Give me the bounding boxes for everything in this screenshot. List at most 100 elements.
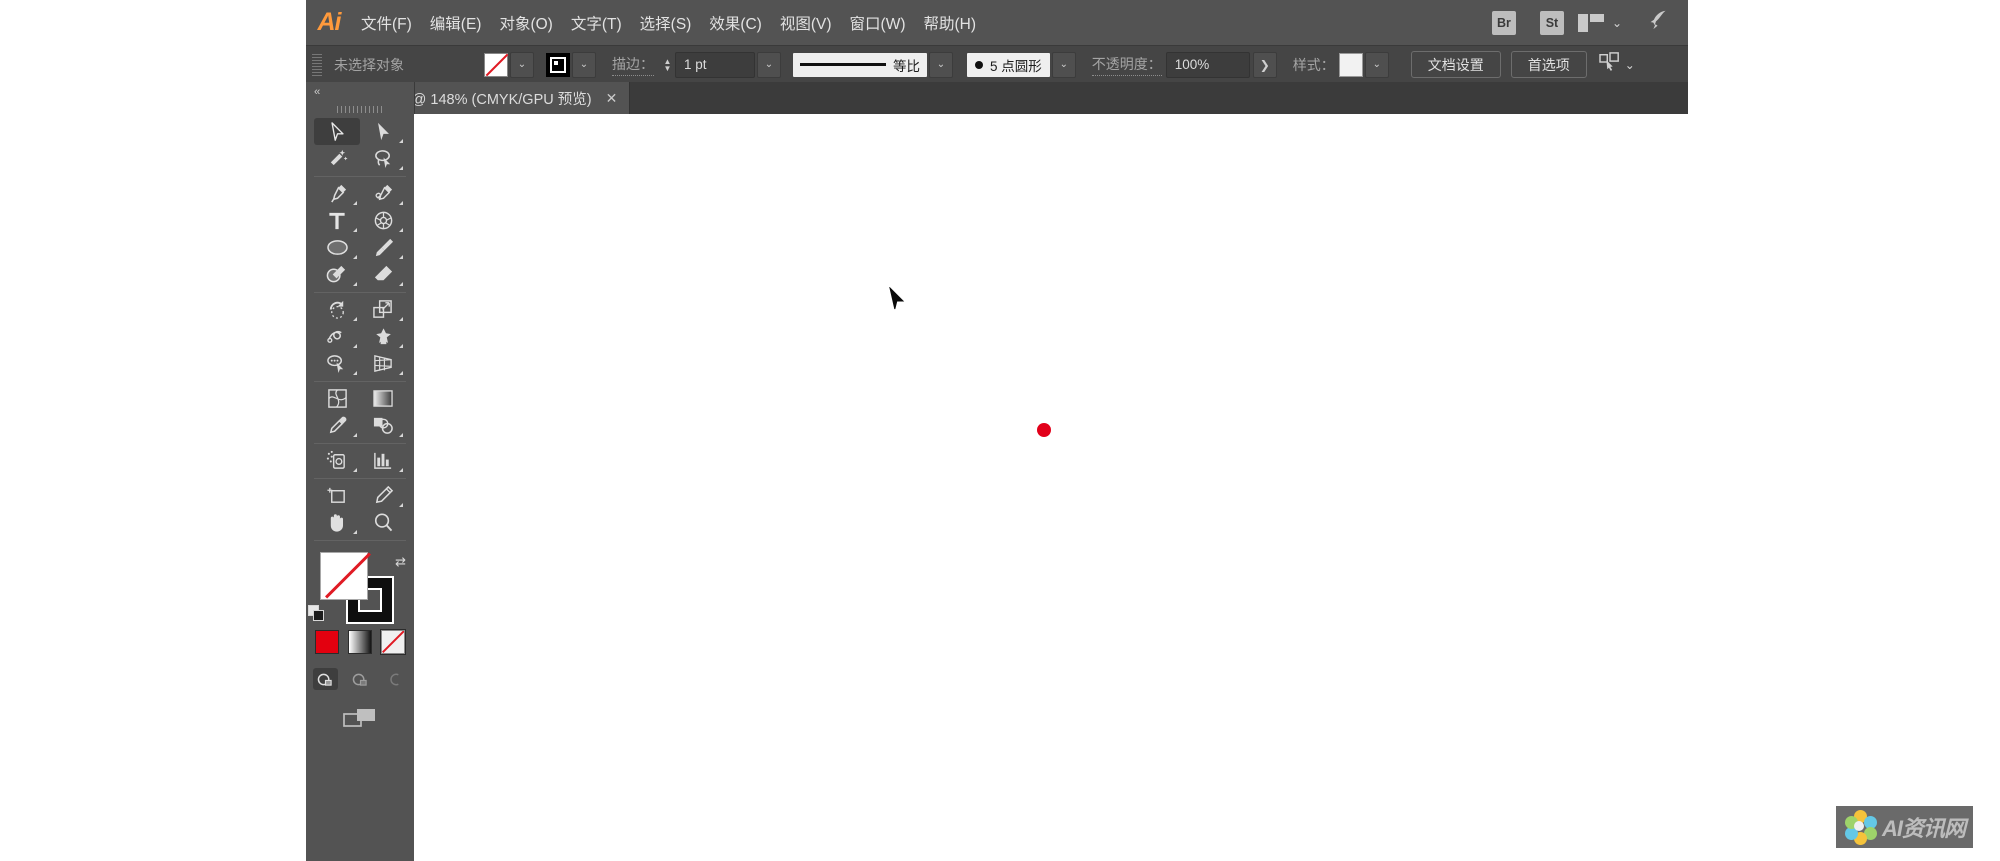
perspective-grid-tool[interactable] — [360, 350, 406, 377]
none-mode-button[interactable] — [380, 629, 406, 655]
stroke-weight-stepper[interactable]: ▲ ▼ — [660, 53, 675, 77]
menu-item-window[interactable]: 窗口(W) — [841, 0, 915, 45]
direct-selection-tool[interactable] — [360, 118, 406, 145]
fill-dropdown-icon[interactable]: ⌄ — [510, 51, 534, 78]
default-fill-stroke-icon[interactable] — [308, 605, 324, 621]
tool-group-indicator-icon — [399, 433, 403, 437]
menu-item-effect[interactable]: 效果(C) — [700, 0, 771, 45]
magic-wand-tool[interactable] — [314, 145, 360, 172]
mesh-tool[interactable] — [314, 385, 360, 412]
menu-item-select[interactable]: 选择(S) — [631, 0, 701, 45]
rocket-icon[interactable] — [1646, 7, 1672, 38]
stroke-profile-dropdown-icon[interactable]: ⌄ — [929, 51, 953, 78]
menu-item-object[interactable]: 对象(O) — [490, 0, 561, 45]
curvature-tool[interactable] — [360, 180, 406, 207]
draw-behind-mode-button[interactable] — [348, 668, 373, 690]
tools-divider — [314, 176, 406, 177]
tools-divider — [314, 443, 406, 444]
stroke-dropdown-icon[interactable]: ⌄ — [572, 51, 596, 78]
bridge-icon[interactable]: Br — [1491, 10, 1516, 35]
menu-item-edit[interactable]: 编辑(E) — [421, 0, 491, 45]
document-canvas[interactable] — [414, 114, 1688, 861]
brush-definition-selector[interactable]: 5 点圆形 — [967, 52, 1050, 77]
type-tool[interactable] — [314, 207, 360, 234]
preferences-button[interactable]: 首选项 — [1510, 51, 1587, 78]
draw-inside-mode-button[interactable] — [383, 668, 408, 690]
opacity-input[interactable]: 100% — [1165, 51, 1250, 78]
gradient-tool[interactable] — [360, 385, 406, 412]
graphic-style-swatch[interactable] — [1338, 52, 1363, 77]
graphic-style-dropdown-icon[interactable]: ⌄ — [1364, 51, 1389, 78]
width-tool[interactable] — [314, 323, 360, 350]
free-transform-tool[interactable] — [360, 323, 406, 350]
column-graph-tool[interactable] — [360, 447, 406, 474]
stroke-profile-selector[interactable]: 等比 — [793, 52, 927, 77]
zoom-tool[interactable] — [360, 509, 406, 536]
tool-group-indicator-icon — [353, 228, 357, 232]
illustrator-window: Ai 文件(F) 编辑(E) 对象(O) 文字(T) 选择(S) 效果(C) 视… — [306, 0, 1688, 861]
chevron-down-icon[interactable]: ⌄ — [1612, 16, 1622, 30]
select-similar-chevron-icon[interactable]: ⌄ — [1625, 58, 1635, 72]
menu-bar-right-cluster: Br St ⌄ — [1482, 9, 1688, 37]
tool-group-indicator-icon — [399, 255, 403, 259]
tool-group-indicator-icon — [399, 317, 403, 321]
stroke-profile-preview-icon — [800, 63, 886, 66]
scale-tool[interactable] — [360, 296, 406, 323]
change-screen-mode-icon[interactable] — [343, 706, 377, 735]
tool-group-indicator-icon — [399, 166, 403, 170]
paintbrush-tool[interactable] — [360, 234, 406, 261]
opacity-options-icon[interactable]: ❯ — [1252, 51, 1277, 78]
ellipse-tool[interactable] — [314, 234, 360, 261]
selection-tool[interactable] — [314, 118, 360, 145]
opacity-label[interactable]: 不透明度： — [1091, 54, 1162, 76]
stroke-weight-label[interactable]: 描边： — [612, 54, 654, 76]
tool-group-indicator-icon — [353, 433, 357, 437]
menu-item-type[interactable]: 文字(T) — [562, 0, 631, 45]
tools-panel-grip[interactable] — [306, 102, 414, 116]
control-bar-grip[interactable] — [312, 53, 322, 76]
slice-tool[interactable] — [360, 482, 406, 509]
fill-swatch[interactable] — [484, 52, 508, 77]
tool-group-indicator-icon — [399, 468, 403, 472]
tool-group-indicator-icon — [399, 201, 403, 205]
blend-tool[interactable] — [360, 412, 406, 439]
document-setup-button[interactable]: 文档设置 — [1410, 51, 1501, 78]
draw-normal-mode-button[interactable] — [312, 668, 338, 690]
menu-bar: Ai 文件(F) 编辑(E) 对象(O) 文字(T) 选择(S) 效果(C) 视… — [306, 0, 1688, 45]
hand-tool[interactable] — [314, 509, 360, 536]
selection-status-label: 未选择对象 — [334, 56, 404, 73]
select-similar-objects-icon[interactable] — [1599, 52, 1621, 77]
tool-group-indicator-icon — [353, 317, 357, 321]
brush-definition-dropdown-icon[interactable]: ⌄ — [1051, 51, 1076, 78]
stroke-weight-input[interactable]: 1 pt — [675, 51, 755, 78]
symbol-sprayer-tool[interactable] — [314, 447, 360, 474]
workspace-switcher-icon[interactable] — [1577, 13, 1604, 32]
menu-item-help[interactable]: 帮助(H) — [914, 0, 985, 45]
fill-stroke-controls: ⇄ — [306, 550, 414, 624]
artboard-tool[interactable] — [314, 482, 360, 509]
shape-builder-tool[interactable] — [314, 350, 360, 377]
document-tab-bar: AI工具.ai* @ 148% (CMYK/GPU 预览) ✕ — [306, 82, 1688, 114]
color-mode-button[interactable] — [315, 630, 339, 654]
menu-item-view[interactable]: 视图(V) — [771, 0, 841, 45]
pen-tool[interactable] — [314, 180, 360, 207]
close-icon[interactable]: ✕ — [606, 90, 618, 107]
eraser-tool[interactable] — [360, 261, 406, 288]
eyedropper-tool[interactable] — [314, 412, 360, 439]
lasso-tool[interactable] — [360, 145, 406, 172]
rotate-tool[interactable] — [314, 296, 360, 323]
style-label: 样式： — [1292, 56, 1335, 73]
shaper-tool[interactable] — [314, 261, 360, 288]
watermark-flower-icon — [1844, 810, 1878, 845]
control-bar: 未选择对象 ⌄ ⌄ 描边： ▲ ▼ 1 pt ⌄ 等比 ⌄ 5 点圆形 ⌄ 不透明… — [306, 45, 1688, 84]
red-dot-artwork[interactable] — [1037, 423, 1051, 437]
menu-item-file[interactable]: 文件(F) — [352, 0, 421, 45]
stroke-weight-dropdown-icon[interactable]: ⌄ — [757, 51, 781, 78]
stroke-swatch[interactable] — [546, 52, 570, 77]
gradient-mode-button[interactable] — [348, 630, 372, 654]
stock-icon[interactable]: St — [1539, 10, 1564, 35]
fill-color-swatch[interactable] — [320, 552, 368, 600]
swap-fill-stroke-icon[interactable]: ⇄ — [395, 554, 406, 570]
tools-panel-collapse-button[interactable]: ‹‹ — [306, 82, 414, 102]
line-segment-tool[interactable] — [360, 207, 406, 234]
